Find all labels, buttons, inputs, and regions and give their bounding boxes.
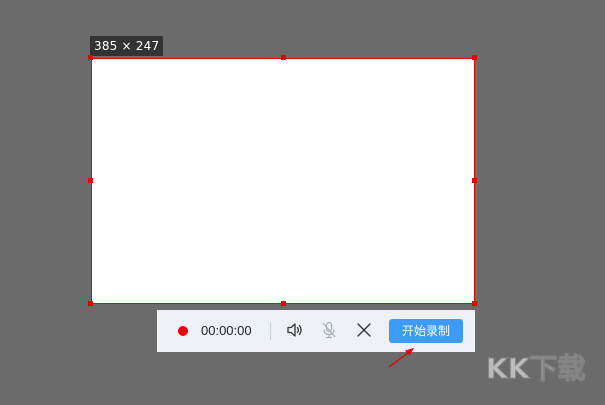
resize-handle-top-center[interactable]: [281, 55, 286, 60]
speaker-icon[interactable]: [285, 320, 305, 340]
watermark-text: KK下载: [486, 352, 585, 385]
start-recording-button[interactable]: 开始录制: [389, 319, 463, 343]
resize-handle-bottom-right[interactable]: [472, 301, 477, 306]
pointer-arrow-icon: [388, 348, 414, 368]
recording-timer: 00:00:00: [201, 323, 252, 338]
capture-selection-area[interactable]: [91, 58, 475, 304]
resize-handle-top-right[interactable]: [472, 55, 477, 60]
resize-handle-top-left[interactable]: [88, 55, 93, 60]
microphone-off-icon[interactable]: [319, 320, 339, 340]
resize-handle-middle-right[interactable]: [472, 178, 477, 183]
record-dot-icon: [178, 326, 188, 336]
kk-download-watermark: KK下载: [486, 352, 586, 386]
recording-toolbar: 00:00:00 开始录制: [157, 310, 475, 352]
resize-handle-middle-left[interactable]: [88, 178, 93, 183]
resize-handle-bottom-left[interactable]: [88, 301, 93, 306]
toolbar-divider: [270, 322, 271, 340]
selection-size-label: 385 × 247: [90, 36, 164, 56]
resize-handle-bottom-center[interactable]: [281, 301, 286, 306]
close-icon[interactable]: [354, 320, 374, 340]
